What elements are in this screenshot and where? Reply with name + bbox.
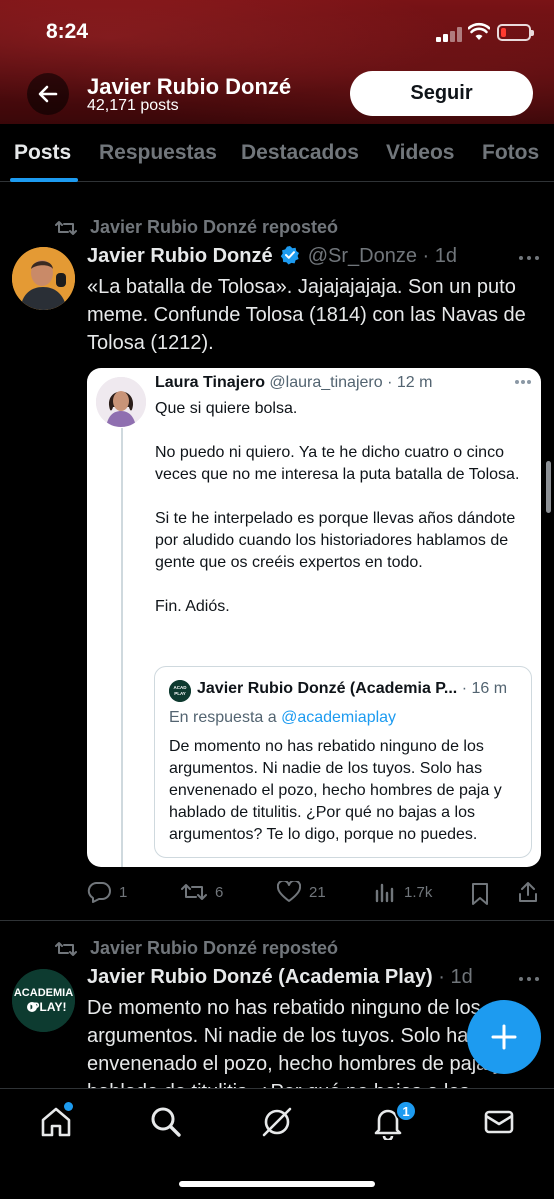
tab-posts[interactable]: Posts xyxy=(14,141,71,165)
post-count: 42,171 posts xyxy=(87,97,179,114)
repost-icon xyxy=(55,221,77,235)
reply-count: 1 xyxy=(119,883,128,901)
view-count: 1.7k xyxy=(404,883,433,901)
tweet-time: 1d xyxy=(450,966,473,988)
academia-play-logo: ACAD PLAY xyxy=(169,680,191,702)
repost-label: Javier Rubio Donzé reposteó xyxy=(90,217,339,237)
follow-button[interactable]: Seguir xyxy=(350,71,533,116)
tweet-author-line: Javier Rubio Donzé (Academia Play) · 1d xyxy=(87,966,473,989)
quote-author-line: Laura Tinajero @laura_tinajero · 12 m xyxy=(155,374,432,392)
tweet-time: 1d xyxy=(434,245,458,267)
grok-icon[interactable] xyxy=(259,1104,295,1140)
home-unread-dot xyxy=(64,1102,73,1111)
svg-text:ACAD: ACAD xyxy=(174,685,188,690)
battery-icon xyxy=(497,24,534,41)
home-indicator xyxy=(179,1181,375,1187)
author-handle: @Sr_Donze xyxy=(307,245,417,267)
author-name[interactable]: Javier Rubio Donzé xyxy=(87,245,273,267)
tab-fotos[interactable]: Fotos xyxy=(482,141,539,165)
avatar-academia-play[interactable]: ACADEMIA PLAY! xyxy=(12,969,75,1032)
heart-icon xyxy=(277,881,301,902)
search-icon[interactable] xyxy=(148,1104,184,1140)
analytics-icon xyxy=(375,883,394,903)
reply-mention-link[interactable]: @academiaplay xyxy=(281,709,396,726)
quote-paragraph: Que si quiere bolsa. xyxy=(155,400,298,417)
author-name[interactable]: Javier Rubio Donzé (Academia Play) xyxy=(87,966,433,988)
back-button[interactable] xyxy=(27,73,69,115)
reply-prefix: En respuesta a xyxy=(169,709,282,726)
tab-destacados[interactable]: Destacados xyxy=(241,141,359,165)
separator-dot: · xyxy=(422,245,430,267)
notifications-badge: 1 xyxy=(395,1100,417,1122)
wifi-icon xyxy=(468,22,490,40)
status-time: 8:24 xyxy=(46,20,89,43)
repost-icon xyxy=(181,884,207,900)
repost-count: 6 xyxy=(215,883,224,901)
reply-button[interactable]: 1 xyxy=(87,878,127,906)
svg-text:ACADEMIA: ACADEMIA xyxy=(14,987,73,999)
nested-author-line: Javier Rubio Donzé (Academia P... · 16 m xyxy=(197,680,507,698)
quote-text: Que si quiere bolsa. No puedo ni quiero.… xyxy=(155,398,535,640)
views-button[interactable]: 1.7k xyxy=(374,878,432,906)
like-button[interactable]: 21 xyxy=(277,878,326,906)
separator-dot: · xyxy=(438,966,445,988)
thread-line xyxy=(121,428,123,867)
person-icon xyxy=(96,377,146,427)
bookmark-icon[interactable] xyxy=(470,880,490,908)
tweet-text: «La batalla de Tolosa». Jajajajajaja. So… xyxy=(87,276,526,354)
svg-text:PLAY!: PLAY! xyxy=(32,1000,67,1014)
quote-paragraph: Fin. Adiós. xyxy=(155,598,230,615)
share-icon[interactable] xyxy=(517,878,539,906)
quote-more-options-icon[interactable] xyxy=(515,380,537,386)
reply-icon xyxy=(87,882,111,903)
academia-play-logo: ACADEMIA PLAY! xyxy=(12,969,75,1032)
tab-videos[interactable]: Videos xyxy=(386,141,454,165)
tweet-author-line: Javier Rubio Donzé @Sr_Donze · 1d xyxy=(87,245,457,268)
svg-text:PLAY: PLAY xyxy=(174,691,186,696)
reply-context: En respuesta a @academiaplay xyxy=(169,709,396,727)
signal-icon xyxy=(436,26,462,42)
nested-author-name[interactable]: Javier Rubio Donzé (Academia P... xyxy=(197,680,457,697)
scrollbar-thumb[interactable] xyxy=(546,461,551,513)
plus-icon xyxy=(491,1024,517,1050)
repost-icon xyxy=(55,942,77,956)
person-icon xyxy=(12,247,75,310)
more-options-icon[interactable] xyxy=(519,256,541,262)
repost-button[interactable]: 6 xyxy=(181,878,223,906)
quoted-tweet-card[interactable]: Laura Tinajero @laura_tinajero · 12 m Qu… xyxy=(87,368,541,867)
like-count: 21 xyxy=(309,883,326,901)
quote-avatar xyxy=(96,377,146,427)
repost-label: Javier Rubio Donzé reposteó xyxy=(90,938,339,958)
nested-quoted-tweet[interactable]: ACAD PLAY Javier Rubio Donzé (Academia P.… xyxy=(154,666,532,858)
arrow-left-icon xyxy=(38,85,58,103)
quote-paragraph: No puedo ni quiero. Ya te he dicho cuatr… xyxy=(155,444,520,483)
tab-respuestas[interactable]: Respuestas xyxy=(99,141,217,165)
nested-time: · 16 m xyxy=(461,680,508,697)
verified-badge-icon xyxy=(280,246,300,265)
nested-text: De momento no has rebatido ninguno de lo… xyxy=(169,738,502,843)
tweet-divider xyxy=(0,920,554,921)
status-bar: 8:24 xyxy=(0,0,554,62)
quote-handle: @laura_tinajero xyxy=(269,374,383,391)
avatar[interactable] xyxy=(12,247,75,310)
more-options-icon[interactable] xyxy=(519,977,541,983)
profile-header: 8:24 Javier Rubio Donzé 42,171 posts Seg… xyxy=(0,0,554,124)
active-tab-indicator xyxy=(10,178,78,182)
tweet-actions: 1 6 21 1.7k xyxy=(87,878,541,906)
messages-icon[interactable] xyxy=(481,1104,517,1140)
compose-button[interactable] xyxy=(467,1000,541,1074)
quote-author-name[interactable]: Laura Tinajero xyxy=(155,374,265,391)
quote-paragraph: Si te he interpelado es porque llevas añ… xyxy=(155,510,516,571)
quote-time: · 12 m xyxy=(387,374,433,391)
profile-tabs: Posts Respuestas Destacados Videos Fotos xyxy=(0,124,554,182)
